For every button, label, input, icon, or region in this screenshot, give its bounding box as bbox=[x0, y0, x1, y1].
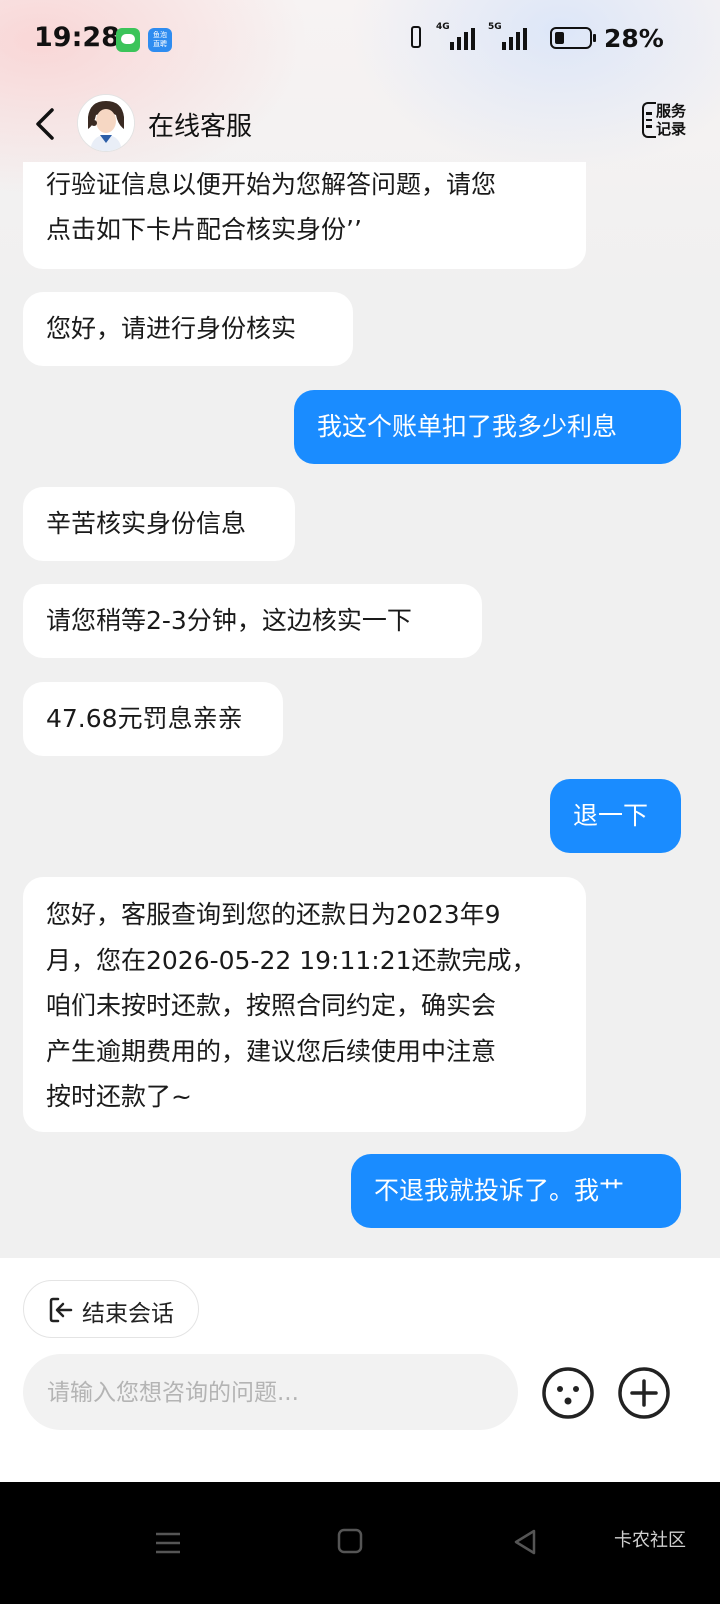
status-bar: 19:28 鱼泡 直聘 4G 5G 28% bbox=[0, 0, 720, 84]
message-outgoing: 退一下 bbox=[550, 779, 681, 853]
message-outgoing: 不退我就投诉了。我艹 bbox=[351, 1154, 681, 1228]
message-incoming: 行验证信息以便开始为您解答问题，请您 点击如下卡片配合核实身份’’ bbox=[23, 162, 586, 269]
agent-avatar[interactable] bbox=[77, 94, 135, 152]
emoji-icon[interactable] bbox=[541, 1366, 595, 1420]
recent-apps-icon[interactable] bbox=[155, 1530, 181, 1556]
chat-header: 在线客服 服务 记录 bbox=[0, 88, 720, 160]
battery-icon bbox=[550, 27, 596, 49]
message-input[interactable] bbox=[45, 1354, 499, 1432]
end-session-label: 结束会话 bbox=[82, 1301, 174, 1327]
back-nav-icon[interactable] bbox=[512, 1528, 538, 1556]
agent-avatar-image bbox=[78, 95, 134, 151]
messages-notification-icon bbox=[116, 28, 140, 52]
page-title: 在线客服 bbox=[148, 112, 253, 142]
system-navigation-bar bbox=[0, 1482, 720, 1604]
message-incoming: 您好，客服查询到您的还款日为2023年9 月，您在2026-05-22 19:1… bbox=[23, 877, 586, 1132]
end-session-button[interactable]: 结束会话 bbox=[23, 1280, 199, 1338]
chat-message-list[interactable]: 行验证信息以便开始为您解答问题，请您 点击如下卡片配合核实身份’’ 您好，请进行… bbox=[0, 162, 720, 1258]
message-incoming: 47.68元罚息亲亲 bbox=[23, 682, 283, 756]
message-input-container[interactable] bbox=[23, 1354, 518, 1432]
back-arrow-icon[interactable] bbox=[30, 104, 60, 144]
service-record-button[interactable]: 服务 记录 bbox=[642, 98, 690, 144]
home-icon[interactable] bbox=[337, 1528, 363, 1554]
chat-input-area: 结束会话 bbox=[0, 1258, 720, 1482]
exit-icon bbox=[49, 1297, 73, 1323]
signal-5g-icon: 5G bbox=[488, 22, 532, 52]
message-incoming: 请您稍等2-3分钟，这边核实一下 bbox=[23, 584, 482, 658]
add-attachment-icon[interactable] bbox=[617, 1366, 671, 1420]
message-incoming: 您好，请进行身份核实 bbox=[23, 292, 353, 366]
status-time: 19:28 bbox=[34, 22, 120, 53]
message-outgoing: 我这个账单扣了我多少利息 bbox=[294, 390, 681, 464]
signal-4g-icon: 4G bbox=[436, 22, 480, 52]
battery-percent: 28% bbox=[604, 24, 664, 53]
watermark-text: 卡农社区 bbox=[614, 1530, 686, 1551]
message-incoming: 辛苦核实身份信息 bbox=[23, 487, 295, 561]
app-notification-icon: 鱼泡 直聘 bbox=[148, 28, 172, 52]
vibrate-icon bbox=[404, 24, 428, 52]
